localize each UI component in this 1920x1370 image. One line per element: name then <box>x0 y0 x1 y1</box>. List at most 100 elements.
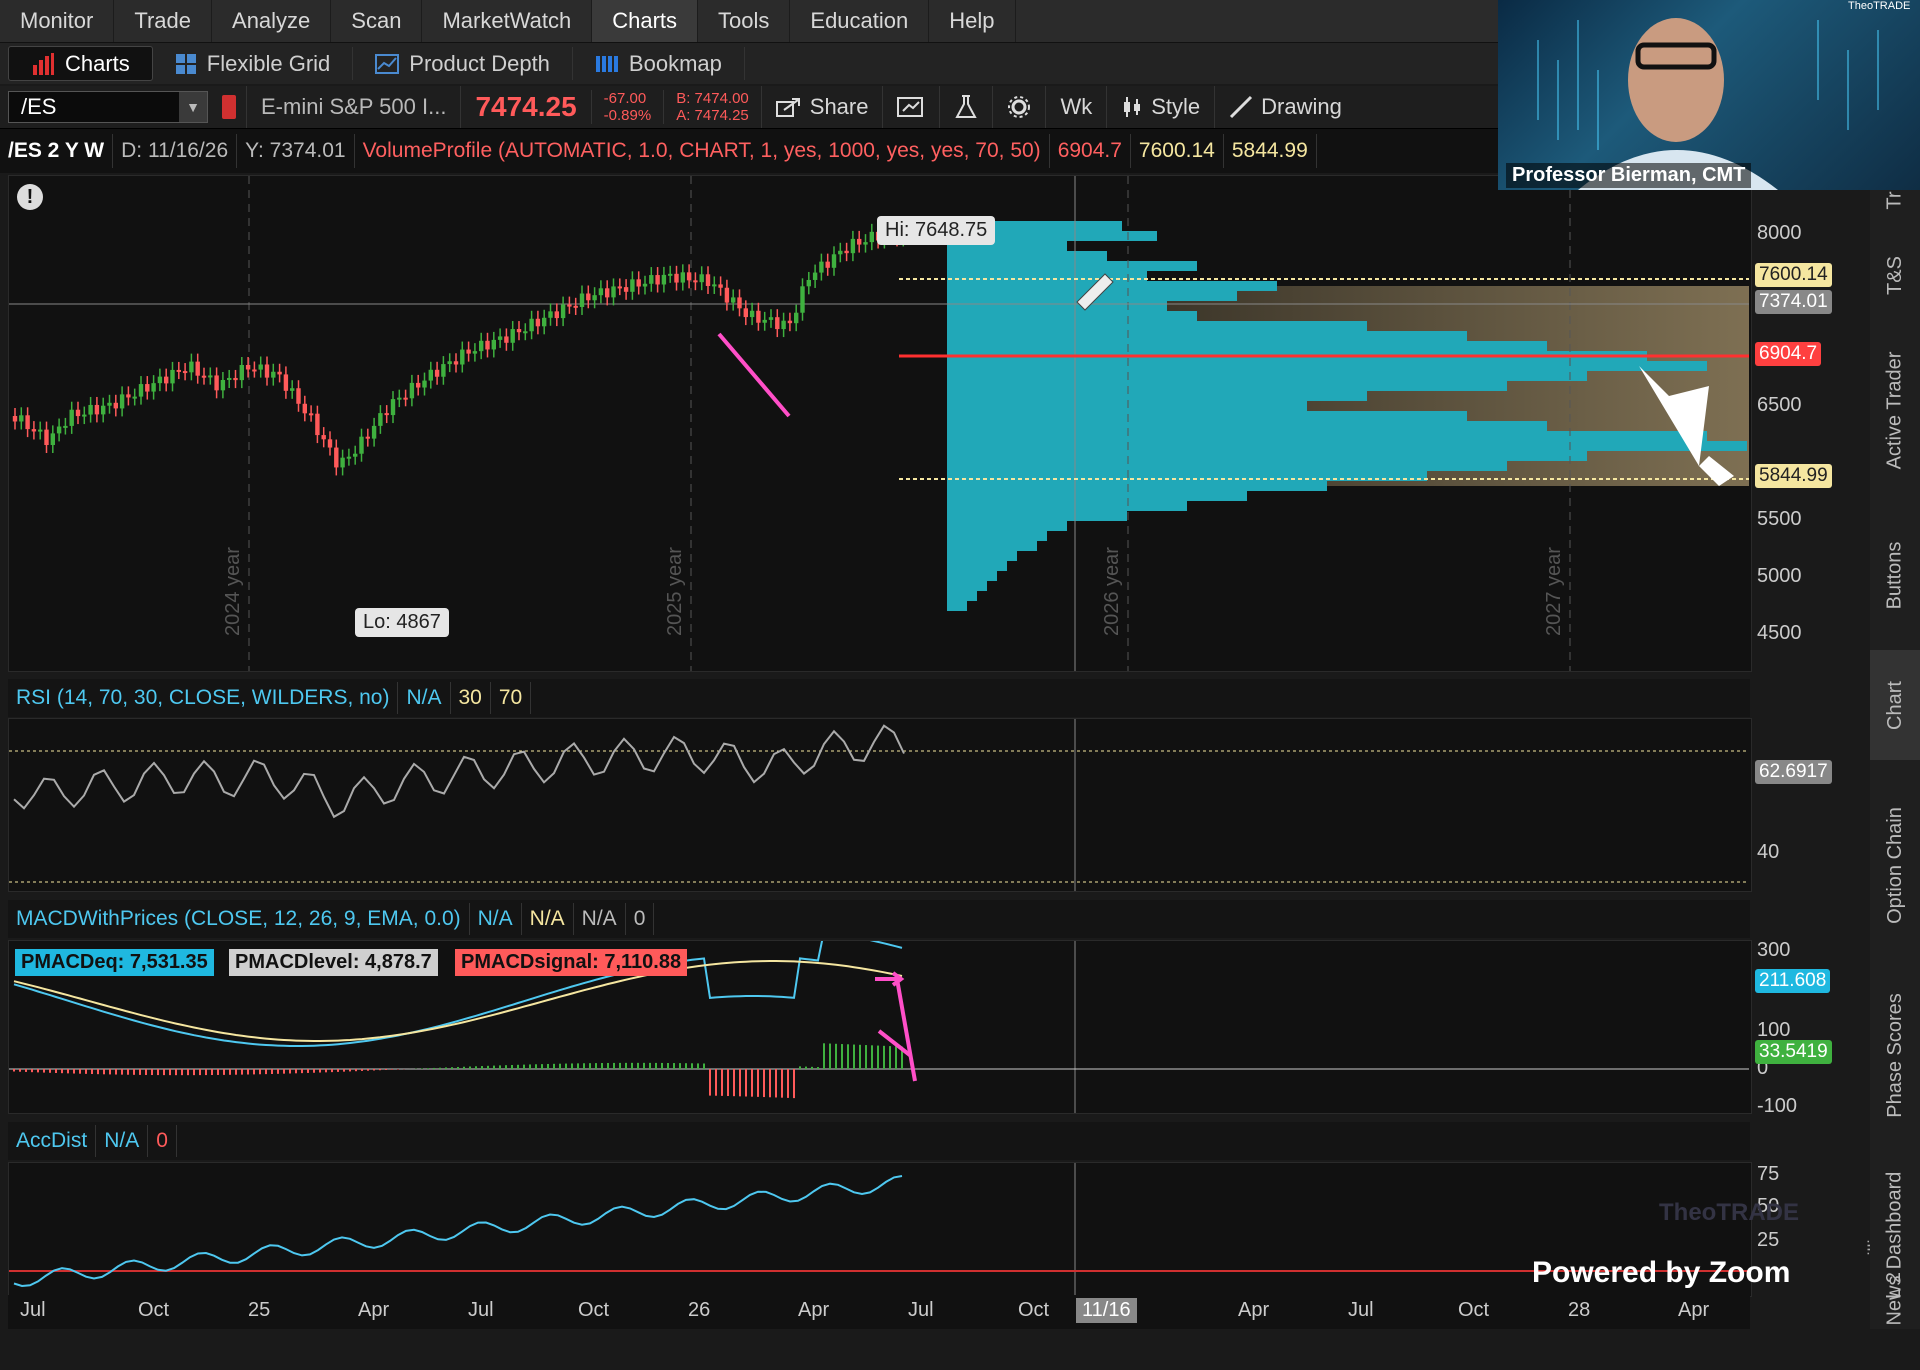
side-tab-ts[interactable]: T&S <box>1870 240 1920 310</box>
candle-body <box>567 304 572 307</box>
profile-bar <box>947 461 1507 471</box>
candle-body <box>781 320 786 330</box>
candle-body <box>126 394 131 398</box>
macd-panel[interactable]: PMACDeq: 7,531.35 PMACDlevel: 4,878.7 PM… <box>8 930 1797 1117</box>
menu-charts[interactable]: Charts <box>592 0 699 42</box>
bookmap-icon <box>595 55 618 72</box>
candle-body <box>220 379 226 391</box>
candle-body <box>315 413 320 436</box>
timeframe-button[interactable]: Wk <box>1045 86 1106 128</box>
profile-bar <box>947 561 1007 571</box>
candle-body <box>283 374 289 391</box>
subtab-charts[interactable]: Charts <box>8 46 153 81</box>
gear-button[interactable] <box>992 86 1045 128</box>
rsi-canvas <box>9 719 1749 891</box>
x-tick: Apr <box>358 1299 390 1321</box>
accdist-header: AccDist N/A 0 <box>8 1122 1750 1160</box>
profile-bar <box>947 311 1197 321</box>
menu-monitor[interactable]: Monitor <box>0 0 115 42</box>
accdist-label[interactable]: AccDist <box>8 1125 97 1157</box>
subtab-flexible-grid[interactable]: Flexible Grid <box>153 47 354 80</box>
side-tab-phase-scores[interactable]: Phase Scores <box>1870 970 1920 1140</box>
macd-y-tick-neg100: -100 <box>1757 1095 1798 1117</box>
macd-label[interactable]: MACDWithPrices (CLOSE, 12, 26, 9, EMA, 0… <box>8 903 470 935</box>
candle-body <box>686 272 692 281</box>
candle-body <box>50 433 55 446</box>
candle-body <box>491 339 496 350</box>
accdist-panel[interactable]: 75 50 25 TheoTRADE <box>8 1162 1799 1297</box>
link-icon[interactable] <box>222 95 236 119</box>
alert-icon[interactable]: ! <box>17 184 43 210</box>
candle-body <box>453 361 459 365</box>
candle-body <box>151 383 156 392</box>
side-tab-option-chain[interactable]: Option Chain <box>1870 770 1920 960</box>
candle-body <box>705 274 711 286</box>
candle-body <box>334 447 339 468</box>
drawing-button[interactable]: Drawing <box>1214 86 1356 128</box>
candle-body <box>812 272 818 280</box>
subtab-product-depth[interactable]: Product Depth <box>353 47 573 80</box>
subtab-charts-label: Charts <box>65 50 130 76</box>
candle-body <box>107 402 112 406</box>
side-tab-active-trader[interactable]: Active Trader <box>1870 320 1920 500</box>
menu-help[interactable]: Help <box>929 0 1016 42</box>
candle-body <box>25 415 30 430</box>
menu-education[interactable]: Education <box>790 0 930 42</box>
menu-tools[interactable]: Tools <box>698 0 791 42</box>
candle-body <box>44 429 49 446</box>
side-tab-label: Tr <box>1883 190 1906 210</box>
side-tab-news[interactable]: News <box>1870 1270 1920 1330</box>
studies-button[interactable] <box>939 86 992 128</box>
macd-tag-2: 33.5419 <box>1755 1040 1832 1064</box>
candle-body <box>598 288 604 296</box>
candle-body <box>353 453 358 457</box>
share-button[interactable]: Share <box>760 86 883 128</box>
candle-body <box>214 375 219 391</box>
candle-body <box>346 456 352 459</box>
symbol-input[interactable]: /ES ▼ <box>8 91 208 123</box>
subtab-bookmap[interactable]: Bookmap <box>573 47 745 80</box>
rsi-header: RSI (14, 70, 30, CLOSE, WILDERS, no) N/A… <box>8 679 1750 717</box>
menu-trade[interactable]: Trade <box>114 0 213 42</box>
year-label-2024: 2024 year <box>222 547 244 636</box>
year-label-2027: 2027 year <box>1543 547 1565 636</box>
side-tab-chart[interactable]: Chart <box>1870 650 1920 760</box>
macd-header: MACDWithPrices (CLOSE, 12, 26, 9, EMA, 0… <box>8 900 1750 938</box>
style-button[interactable]: Style <box>1106 86 1214 128</box>
x-tick: Apr <box>798 1299 830 1321</box>
side-tab-buttons[interactable]: Buttons <box>1870 510 1920 640</box>
menu-analyze[interactable]: Analyze <box>212 0 332 42</box>
profile-bar <box>947 601 967 611</box>
candle-body <box>636 279 641 287</box>
candle-body <box>642 283 648 287</box>
profile-bar <box>947 591 977 601</box>
candle-body <box>762 319 767 323</box>
candle-body <box>233 377 238 381</box>
candle-body <box>472 351 478 354</box>
candle-body <box>516 329 522 333</box>
rsi-panel[interactable]: 40 <box>8 718 1779 892</box>
candle-body <box>504 336 509 343</box>
chart-subtabs: Charts Flexible Grid Product Depth Bookm… <box>0 43 1500 84</box>
volume-profile-study[interactable]: VolumeProfile (AUTOMATIC, 1.0, CHART, 1,… <box>355 134 1050 168</box>
candle-body <box>794 312 799 324</box>
rsi-value: N/A <box>398 682 451 714</box>
accdist-zero: 0 <box>148 1125 177 1157</box>
candle-body <box>182 371 188 374</box>
candle-body <box>327 439 333 448</box>
menu-scan[interactable]: Scan <box>331 0 423 42</box>
profile-bar <box>947 411 1467 421</box>
menu-marketwatch[interactable]: MarketWatch <box>422 0 593 42</box>
price-chart[interactable]: 2024 year 2025 year 2026 year 2027 year … <box>8 175 1802 672</box>
candle-body <box>825 261 830 268</box>
candle-body <box>605 288 610 298</box>
price-chart-canvas[interactable]: 2024 year 2025 year 2026 year 2027 year <box>9 176 1751 671</box>
candle-body <box>479 340 484 352</box>
chart-settings-button[interactable] <box>882 86 939 128</box>
macd-value-3: N/A <box>574 903 626 935</box>
study-infobar: /ES 2 Y W D: 11/16/26 Y: 7374.01 VolumeP… <box>0 129 1500 173</box>
profile-bar <box>947 431 1707 441</box>
candle-body <box>138 384 144 397</box>
chevron-down-icon[interactable]: ▼ <box>179 92 207 122</box>
rsi-label[interactable]: RSI (14, 70, 30, CLOSE, WILDERS, no) <box>8 682 399 714</box>
